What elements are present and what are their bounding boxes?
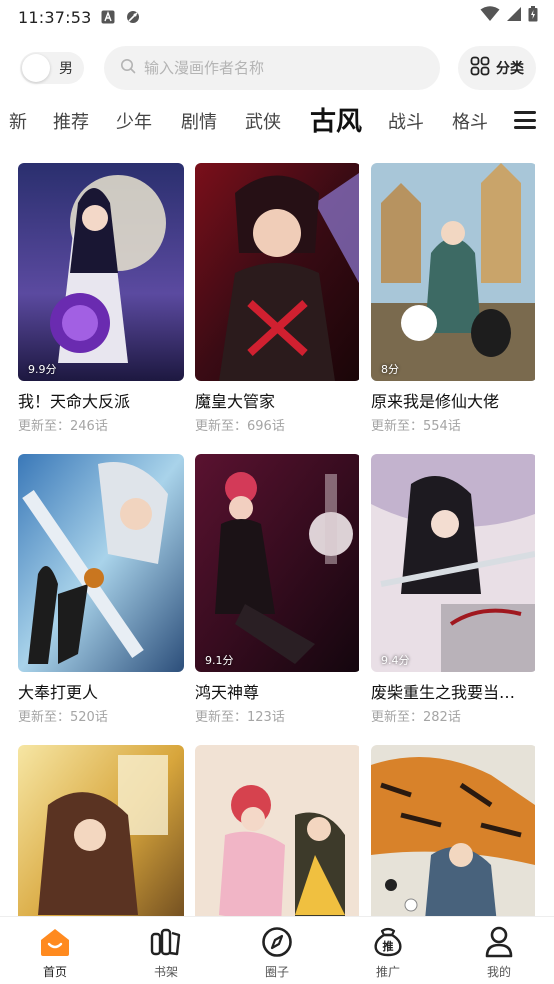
compass-icon [261, 925, 293, 959]
comic-update: 更新至：282话 [371, 710, 461, 725]
nav-circle[interactable]: 圈子 [222, 917, 332, 984]
comic-cover[interactable] [18, 454, 184, 672]
nav-home-label: 首页 [42, 965, 67, 979]
nav-promote-label: 推广 [375, 965, 400, 979]
comic-cover[interactable]: 9.1分 [195, 454, 361, 672]
comic-grid: 9.9分 我！天命大反派 更新至：246话 魔皇大管家 更新至：696话 8分 … [0, 0, 554, 984]
comic-cover[interactable]: 8分 [371, 163, 537, 381]
comic-score: 9.1分 [205, 654, 234, 667]
comic-update: 更新至：246话 [18, 419, 108, 434]
comic-cover[interactable]: 9.9分 [18, 163, 184, 381]
comic-cover[interactable] [195, 163, 361, 381]
comic-title: 原来我是修仙大佬 [371, 392, 500, 411]
comic-title: 大奉打更人 [18, 683, 99, 702]
promote-icon: 推 [372, 925, 404, 959]
comic-title: 鸿天神尊 [195, 683, 260, 702]
comic-title: 我！天命大反派 [18, 392, 131, 411]
comic-cover[interactable]: 9.4分 [371, 454, 537, 672]
nav-bookshelf-label: 书架 [153, 965, 178, 979]
nav-bookshelf[interactable]: 书架 [111, 917, 221, 984]
comic-update: 更新至：520话 [18, 710, 108, 725]
bookshelf-icon [150, 925, 182, 959]
comic-title: 魔皇大管家 [195, 392, 276, 411]
nav-circle-label: 圈子 [264, 965, 289, 979]
comic-score: 9.9分 [28, 363, 57, 376]
comic-update: 更新至：554话 [371, 419, 461, 434]
bottom-nav: 首页 书架 圈子 推 推广 我的 [0, 916, 554, 984]
profile-icon [484, 925, 514, 959]
comic-score: 8分 [381, 363, 399, 376]
comic-score: 9.4分 [381, 654, 410, 667]
comic-update: 更新至：696话 [195, 419, 285, 434]
nav-profile-label: 我的 [486, 965, 511, 979]
home-icon [38, 925, 72, 959]
nav-home[interactable]: 首页 [0, 917, 110, 984]
comic-title: 废柴重生之我要当… [371, 683, 516, 702]
svg-text:推: 推 [383, 939, 394, 953]
nav-profile[interactable]: 我的 [444, 917, 554, 984]
comic-update: 更新至：123话 [195, 710, 285, 725]
nav-promote[interactable]: 推 推广 [333, 917, 443, 984]
